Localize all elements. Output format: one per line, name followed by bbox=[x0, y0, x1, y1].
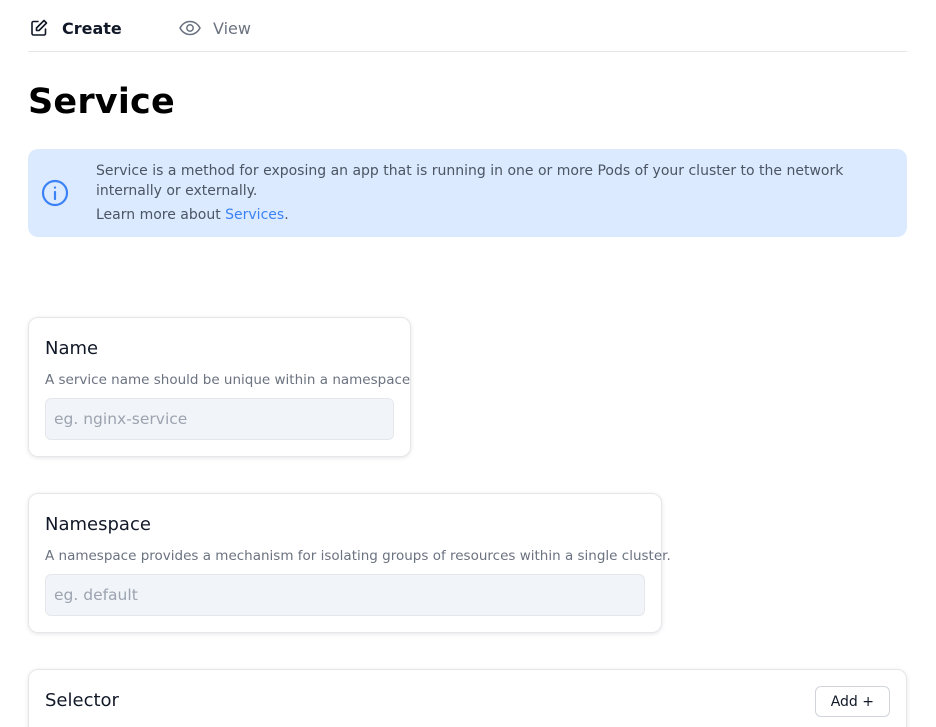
info-learn-more: Learn more about Services. bbox=[96, 205, 289, 225]
selector-card: Selector Add + bbox=[28, 669, 907, 727]
tab-view[interactable]: View bbox=[179, 15, 251, 41]
page-title: Service bbox=[28, 82, 175, 122]
services-link[interactable]: Services bbox=[225, 207, 284, 223]
edit-icon bbox=[28, 17, 50, 39]
tab-create-label: Create bbox=[62, 18, 122, 38]
namespace-card-description: A namespace provides a mechanism for iso… bbox=[45, 548, 671, 564]
eye-icon bbox=[179, 17, 201, 39]
namespace-card: Namespace A namespace provides a mechani… bbox=[28, 493, 671, 633]
learn-more-prefix: Learn more about bbox=[96, 207, 226, 223]
name-card-description: A service name should be unique within a… bbox=[45, 372, 411, 388]
info-description: Service is a method for exposing an app … bbox=[96, 163, 844, 199]
info-banner: Service is a method for exposing an app … bbox=[28, 149, 907, 237]
tab-create[interactable]: Create bbox=[28, 15, 122, 41]
name-card: Name A service name should be unique wit… bbox=[28, 317, 411, 457]
selector-card-title: Selector bbox=[45, 690, 119, 711]
namespace-card-title: Namespace bbox=[45, 514, 151, 535]
add-selector-button[interactable]: Add + bbox=[814, 686, 890, 717]
tab-bar: Create View bbox=[28, 0, 907, 52]
learn-more-suffix: . bbox=[284, 207, 289, 223]
tab-view-label: View bbox=[213, 18, 251, 38]
info-icon bbox=[41, 179, 69, 207]
page: Create View Service Service is a method … bbox=[0, 0, 936, 727]
name-card-title: Name bbox=[45, 338, 99, 359]
name-input[interactable] bbox=[45, 398, 394, 440]
namespace-input[interactable] bbox=[45, 574, 645, 616]
